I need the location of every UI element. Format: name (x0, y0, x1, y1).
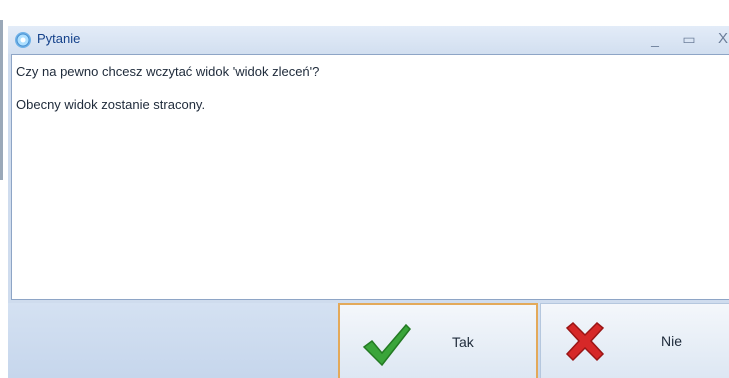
minimize-button[interactable]: _ (644, 29, 666, 49)
button-bar: Tak Nie (8, 303, 729, 378)
checkmark-icon (362, 323, 411, 367)
no-button[interactable]: Nie (540, 303, 729, 378)
message-question: Czy na pewno chcesz wczytać widok 'widok… (16, 64, 320, 79)
message-warning: Obecny widok zostanie stracony. (16, 97, 206, 112)
maximize-button[interactable]: ▭ (678, 29, 700, 49)
question-dialog: Pytanie _ ▭ X Czy na pewno chcesz wczyta… (8, 26, 729, 378)
window-left-edge (0, 20, 3, 180)
title-bar[interactable]: Pytanie _ ▭ X (8, 26, 729, 54)
gear-icon (15, 32, 31, 48)
no-button-label: Nie (661, 333, 683, 349)
window-title: Pytanie (37, 31, 81, 46)
cross-icon (565, 322, 605, 362)
yes-button-label: Tak (452, 334, 474, 350)
yes-button[interactable]: Tak (338, 303, 538, 378)
message-area: Czy na pewno chcesz wczytać widok 'widok… (11, 54, 729, 300)
close-button[interactable]: X (712, 29, 729, 49)
